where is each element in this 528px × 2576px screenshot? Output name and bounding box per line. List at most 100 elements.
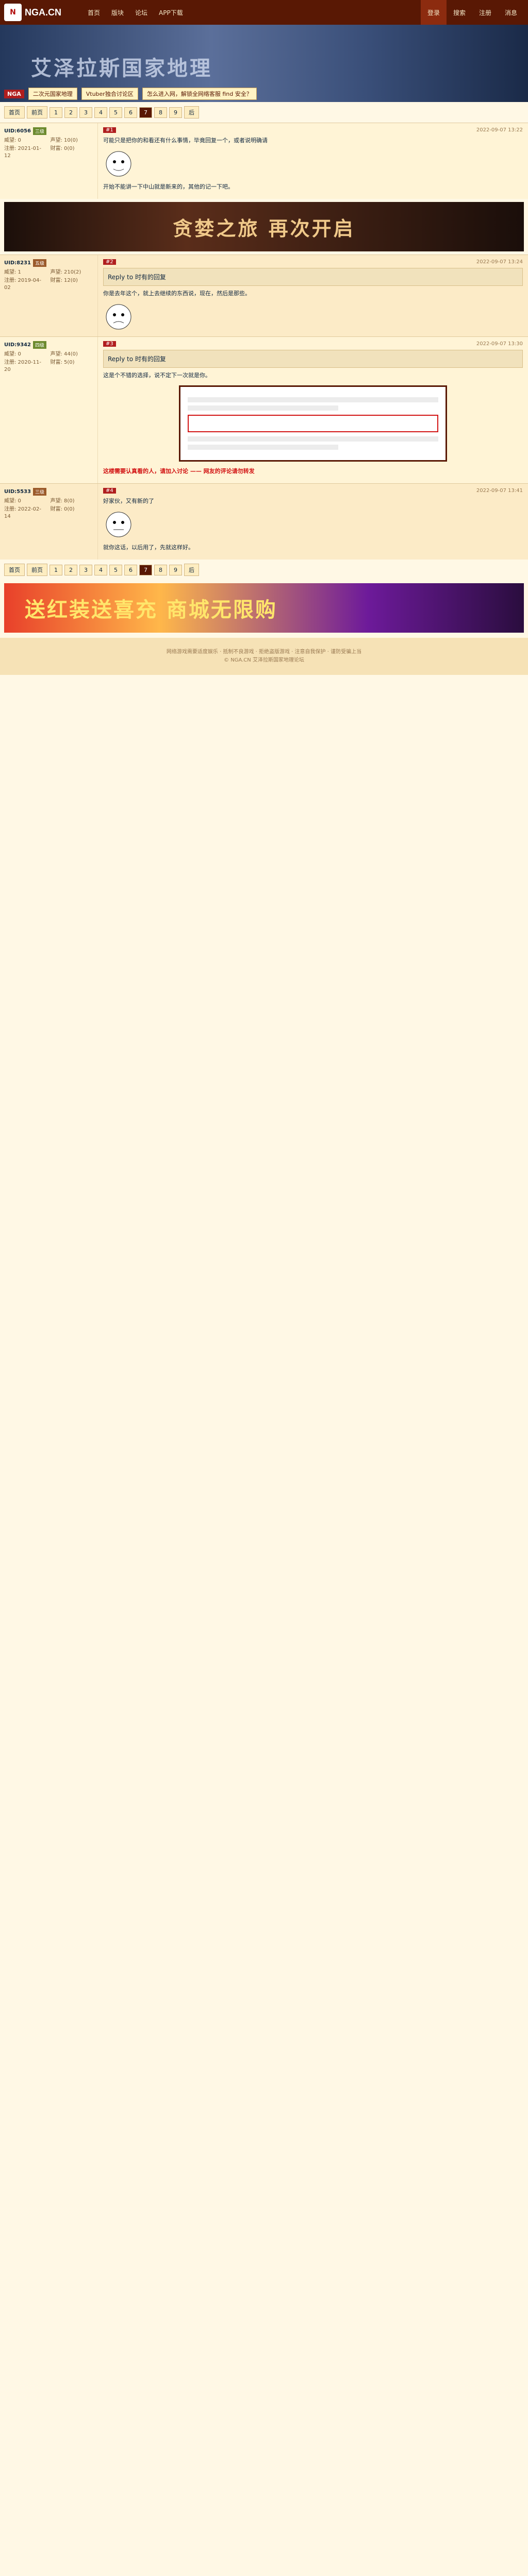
pager-7[interactable]: 7 — [139, 107, 152, 118]
user-panel: UID:8231 五级 威望: 1 声望: 210(2) 注册: 2019-04-0… — [0, 255, 98, 336]
ad-banner-game[interactable]: 贪婪之旅 再次开启 — [4, 202, 524, 251]
chip-vtuber[interactable]: Vtuber独合讨论区 — [81, 88, 138, 100]
post-4: UID:5533 三级 威望: 0 声望: 8(0) 注册: 2022-02-14 财… — [0, 483, 528, 560]
user-stat: 注册: 2019-04-02 — [4, 278, 41, 291]
post-text: 可能只是把你的和看还有什么事情，毕竟回复一个，或者说明确请 — [103, 137, 268, 144]
chip-anime[interactable]: 二次元国家地理 — [28, 88, 77, 100]
quote-text: Reply to 时有的回复 — [108, 274, 166, 281]
login-link[interactable]: 登录 — [421, 0, 447, 25]
floor-number[interactable]: #4 — [103, 488, 116, 494]
nav-forum[interactable]: 论坛 — [135, 8, 147, 17]
nav-right: 登录 搜索 注册 消息 — [421, 0, 524, 25]
search-link[interactable]: 搜索 — [447, 0, 472, 25]
pager-prev[interactable]: 前页 — [27, 106, 47, 118]
user-stat: 财富: 5(0) — [50, 360, 75, 365]
site-logo[interactable]: N NGA.CN — [0, 0, 77, 25]
sticker-icon — [106, 304, 131, 330]
pager-3[interactable]: 3 — [79, 107, 92, 118]
user-level: 五级 — [32, 259, 46, 267]
user-stat: 注册: 2022-02-14 — [4, 506, 41, 519]
user-stat: 威望: 0 — [4, 498, 21, 504]
pager-6[interactable]: 6 — [124, 564, 137, 575]
post-text: 就你这话，以后用了，先就这样好。 — [103, 544, 194, 551]
post-time: 2022-09-07 13:30 — [476, 341, 523, 347]
pager-4[interactable]: 4 — [94, 107, 107, 118]
embedded-screenshot — [179, 385, 447, 462]
pager-first[interactable]: 首页 — [4, 564, 25, 576]
user-stat: 财富: 0(0) — [50, 506, 75, 512]
highlight-box — [188, 415, 438, 432]
sticker-icon — [106, 512, 131, 537]
nav-app[interactable]: APP下载 — [159, 8, 183, 17]
post-2: UID:8231 五级 威望: 1 声望: 210(2) 注册: 2019-04-0… — [0, 255, 528, 336]
messages-link[interactable]: 消息 — [498, 0, 524, 25]
pager-4[interactable]: 4 — [94, 564, 107, 575]
user-level: 三级 — [32, 127, 46, 135]
post-text: 你是去年这个，就上去继续的东西说，现在，然后是那些。 — [103, 290, 251, 297]
quote-text: Reply to 时有的回复 — [108, 355, 166, 363]
user-level: 三级 — [32, 488, 46, 496]
pager-8[interactable]: 8 — [154, 564, 167, 575]
user-stat: 威望: 0 — [4, 351, 21, 357]
ad-banner-shop[interactable]: 送红装送喜充 商城无限购 — [4, 583, 524, 633]
pager-9[interactable]: 9 — [169, 564, 182, 575]
top-navigation: N NGA.CN 首页 版块 论坛 APP下载 登录 搜索 注册 消息 — [0, 0, 528, 25]
post-time: 2022-09-07 13:24 — [476, 259, 523, 265]
user-panel: UID:6056 三级 威望: 0 声望: 10(0) 注册: 2021-01-12… — [0, 123, 98, 199]
screenshot-line — [188, 445, 338, 450]
user-stat: 威望: 1 — [4, 269, 21, 275]
highlight-text: 这楼需要认真看的人，请加入讨论 —— 网友的评论请勿转发 — [103, 468, 255, 474]
footer-line: © NGA.CN 艾泽拉斯国家地理论坛 — [224, 657, 304, 663]
pager-5[interactable]: 5 — [109, 564, 122, 575]
pager-next[interactable]: 后 — [184, 106, 199, 118]
chip-help[interactable]: 怎么进入网，解锁全网络客服 find 安全？ — [142, 88, 257, 100]
post-3: UID:9342 四级 威望: 0 声望: 44(0) 注册: 2020-11-20… — [0, 336, 528, 483]
pager-5[interactable]: 5 — [109, 107, 122, 118]
register-link[interactable]: 注册 — [472, 0, 498, 25]
forum-banner: 艾泽拉斯国家地理 NGA 二次元国家地理 Vtuber独合讨论区 怎么进入网，解… — [0, 25, 528, 102]
floor-number[interactable]: #2 — [103, 259, 116, 265]
logo-mark-icon: N — [4, 4, 22, 21]
post-time: 2022-09-07 13:22 — [476, 127, 523, 133]
nav-links: 首页 版块 论坛 APP下载 — [88, 8, 183, 17]
user-stat: 声望: 44(0) — [50, 351, 78, 357]
user-panel: UID:9342 四级 威望: 0 声望: 44(0) 注册: 2020-11-20… — [0, 337, 98, 483]
banner-title: 艾泽拉斯国家地理 — [31, 56, 212, 80]
user-stat: 注册: 2021-01-12 — [4, 146, 41, 159]
pager-2[interactable]: 2 — [64, 107, 77, 118]
user-id[interactable]: UID:9342 — [4, 342, 31, 348]
pager-1[interactable]: 1 — [50, 564, 62, 575]
post-1: UID:6056 三级 威望: 0 声望: 10(0) 注册: 2021-01-12… — [0, 123, 528, 199]
pager-9[interactable]: 9 — [169, 107, 182, 118]
pager-6[interactable]: 6 — [124, 107, 137, 118]
post-time: 2022-09-07 13:41 — [476, 488, 523, 494]
pager-top: 首页 前页 1 2 3 4 5 6 7 8 9 后 — [0, 102, 528, 123]
pager-prev[interactable]: 前页 — [27, 564, 47, 576]
user-id[interactable]: UID:5533 — [4, 489, 31, 495]
floor-number[interactable]: #1 — [103, 127, 116, 133]
pager-3[interactable]: 3 — [79, 564, 92, 575]
screenshot-line — [188, 436, 438, 442]
user-id[interactable]: UID:8231 — [4, 260, 31, 266]
pager-2[interactable]: 2 — [64, 564, 77, 575]
screenshot-line — [188, 405, 338, 411]
pager-first[interactable]: 首页 — [4, 106, 25, 118]
floor-number[interactable]: #3 — [103, 341, 116, 347]
user-panel: UID:5533 三级 威望: 0 声望: 8(0) 注册: 2022-02-14 财… — [0, 484, 98, 560]
post-text: 好家伙，又有新的了 — [103, 498, 154, 504]
post-text: 开始不能讲一下中山就是新来的，其他的记一下吧。 — [103, 183, 234, 190]
pager-1[interactable]: 1 — [50, 107, 62, 118]
pager-next[interactable]: 后 — [184, 564, 199, 576]
ad-text: 贪婪之旅 再次开启 — [173, 216, 355, 240]
user-level: 四级 — [32, 341, 46, 349]
user-stat: 声望: 10(0) — [50, 138, 78, 143]
nav-home[interactable]: 首页 — [88, 8, 100, 17]
nga-badge: NGA — [4, 89, 24, 98]
user-id[interactable]: UID:6056 — [4, 128, 31, 134]
sticker-icon — [106, 151, 131, 177]
nav-boards[interactable]: 版块 — [111, 8, 124, 17]
pager-8[interactable]: 8 — [154, 107, 167, 118]
pager-7[interactable]: 7 — [139, 564, 152, 575]
footer-line: 网络游戏需要适度娱乐 · 抵制不良游戏 · 拒绝盗版游戏 · 注意自我保护 · … — [166, 649, 362, 655]
page-footer: 网络游戏需要适度娱乐 · 抵制不良游戏 · 拒绝盗版游戏 · 注意自我保护 · … — [0, 638, 528, 675]
